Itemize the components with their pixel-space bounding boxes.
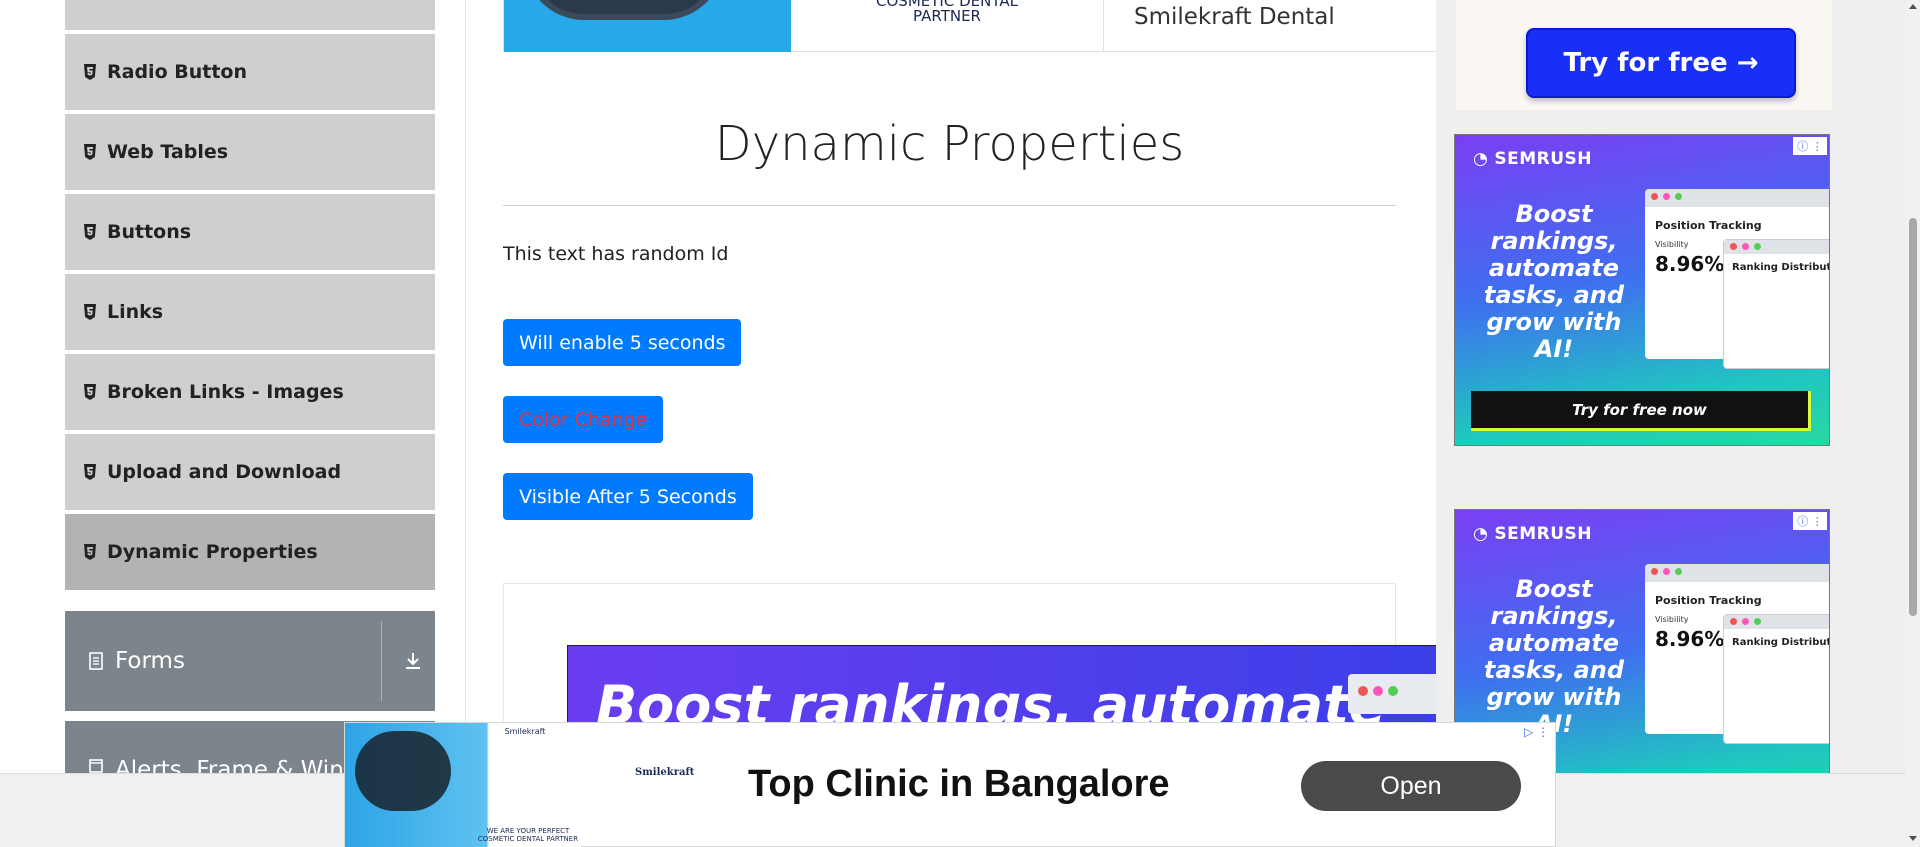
tagline-line2: PARTNER	[913, 7, 981, 25]
sidebar-item-links[interactable]: Links	[65, 272, 435, 350]
visibility-label: Visibility	[1655, 240, 1689, 249]
sidebar-item-label: Links	[107, 301, 164, 323]
sidebar-item-previous[interactable]	[65, 0, 435, 30]
aligner-image: Smilekraft WE ARE YOUR PERFECT COSMETIC …	[345, 723, 581, 847]
top-banner-ad[interactable]: COSMETIC DENTAL PARTNER Smilekraft Denta…	[503, 0, 1438, 52]
random-id-text: This text has random Id	[503, 243, 729, 265]
group-label: Forms	[115, 648, 185, 674]
ranking-distribution-card: Ranking Distribution	[1723, 239, 1830, 369]
semrush-logo: ◔ SEMRUSH	[1473, 149, 1592, 169]
html5-icon	[83, 304, 97, 320]
adchoices-icon[interactable]: ⓘ ⋮	[1793, 512, 1827, 530]
visible-after-button[interactable]: Visible After 5 Seconds	[503, 473, 753, 520]
scroll-up-arrow[interactable]	[1909, 4, 1917, 9]
bottom-ad-headline: Top Clinic in Bangalore	[748, 763, 1170, 805]
semrush-headline: Boost rankings, automate tasks, and grow…	[1483, 575, 1625, 738]
sidebar-item-upload-download[interactable]: Upload and Download	[65, 432, 435, 510]
try-for-free-now-button[interactable]: Try for free now	[1471, 391, 1811, 431]
right-ad-column: Try for free → ⓘ ⋮ ◔ SEMRUSH Boost rankin…	[1436, 0, 1906, 847]
sidebar-item-label: Dynamic Properties	[107, 541, 318, 563]
download-icon[interactable]	[401, 649, 425, 673]
adchoices-icon[interactable]: ▷ ⋮	[1524, 725, 1549, 739]
card2-title: Ranking Distribution	[1732, 637, 1830, 648]
adchoices-icon[interactable]: ⓘ ⋮	[1793, 137, 1827, 155]
html5-icon	[83, 384, 97, 400]
semrush-logo-text: SEMRUSH	[1494, 149, 1592, 169]
semrush-logo: ◔ SEMRUSH	[1473, 524, 1592, 544]
sidebar-item-buttons[interactable]: Buttons	[65, 192, 435, 270]
page: Radio Button Web Tables Buttons Links Br…	[0, 0, 1920, 847]
try-panel: Try for free →	[1456, 0, 1832, 110]
bottom-sticky-ad[interactable]: Smilekraft WE ARE YOUR PERFECT COSMETIC …	[344, 722, 1556, 847]
semrush-headline: Boost rankings, automate tasks, and grow…	[1483, 200, 1625, 363]
semrush-ad-1[interactable]: ⓘ ⋮ ◔ SEMRUSH Boost rankings, automate ta…	[1454, 134, 1830, 446]
small-logo: Smilekraft	[504, 727, 546, 736]
sidebar-item-label: Web Tables	[107, 141, 229, 163]
visibility-value: 8.96%	[1655, 252, 1725, 276]
html5-icon	[83, 464, 97, 480]
sidebar-item-label: Buttons	[107, 221, 192, 243]
open-button[interactable]: Open	[1301, 761, 1521, 811]
html5-icon	[83, 224, 97, 240]
try-for-free-button[interactable]: Try for free →	[1526, 28, 1796, 98]
semrush-logo-text: SEMRUSH	[1494, 524, 1592, 544]
visibility-value: 8.96%	[1655, 627, 1725, 651]
title-divider	[503, 205, 1396, 206]
sidebar-item-label: Radio Button	[107, 61, 247, 83]
html5-icon	[83, 144, 97, 160]
card-title: Position Tracking	[1655, 594, 1762, 607]
visibility-label: Visibility	[1655, 615, 1689, 624]
divider	[381, 621, 382, 701]
ranking-distribution-card: Ranking Distribution	[1723, 614, 1830, 744]
window-mockup	[1348, 674, 1436, 714]
sidebar: Radio Button Web Tables Buttons Links Br…	[0, 0, 466, 847]
card-title: Position Tracking	[1655, 219, 1762, 232]
sidebar-item-dynamic-properties[interactable]: Dynamic Properties	[65, 512, 435, 590]
sidebar-item-broken-links[interactable]: Broken Links - Images	[65, 352, 435, 430]
sidebar-item-radio-button[interactable]: Radio Button	[65, 32, 435, 110]
smilekraft-logo: Smilekraft	[635, 767, 695, 778]
vertical-scrollbar[interactable]	[1906, 0, 1920, 847]
group-header-forms[interactable]: Forms	[65, 611, 435, 711]
html5-icon	[83, 544, 97, 560]
card2-title: Ranking Distribution	[1732, 262, 1830, 273]
sidebar-item-label: Broken Links - Images	[107, 381, 344, 403]
scroll-thumb[interactable]	[1909, 218, 1917, 616]
ad-tagline: WE ARE YOUR PERFECT COSMETIC DENTAL PART…	[477, 827, 579, 843]
document-icon	[89, 652, 103, 670]
banner-tagline: COSMETIC DENTAL PARTNER	[791, 0, 1104, 52]
banner-brand: Smilekraft Dental	[1134, 4, 1335, 30]
retainer-case-image	[504, 0, 791, 52]
sidebar-item-web-tables[interactable]: Web Tables	[65, 112, 435, 190]
html5-icon	[83, 64, 97, 80]
page-title: Dynamic Properties	[714, 116, 1185, 172]
enable-after-button[interactable]: Will enable 5 seconds	[503, 319, 742, 366]
color-change-button[interactable]: Color Change	[503, 396, 664, 443]
scroll-down-arrow[interactable]	[1909, 836, 1917, 841]
sidebar-item-label: Upload and Download	[107, 461, 342, 483]
